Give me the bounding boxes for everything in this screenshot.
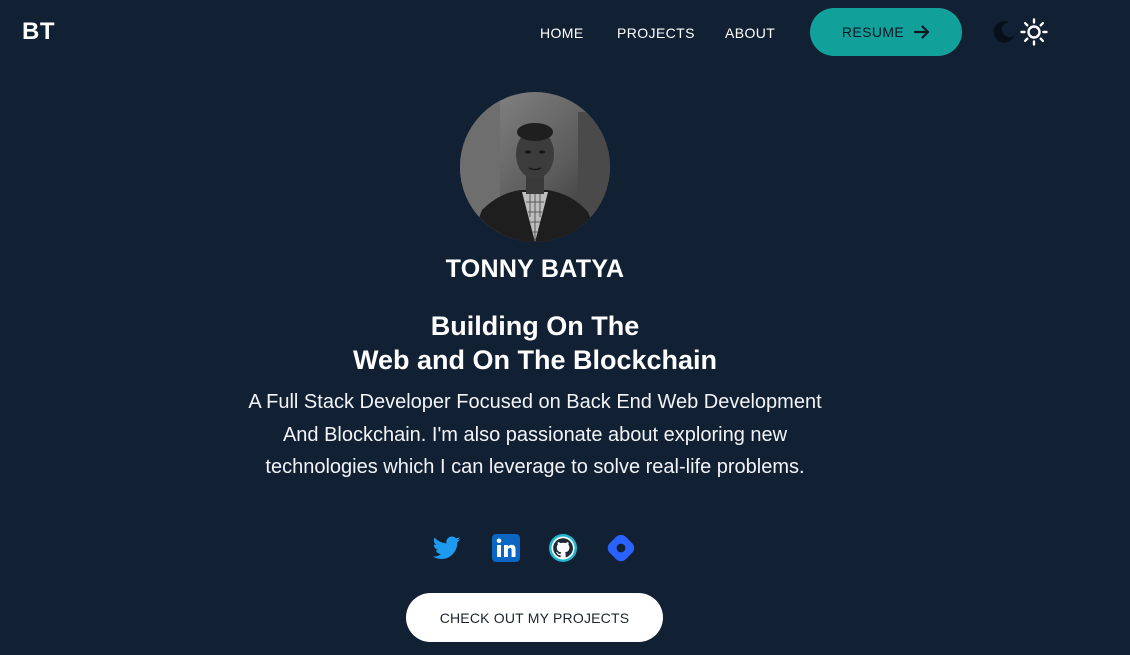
hero-bio-line-1: A Full Stack Developer Focused on Back E… <box>248 391 822 413</box>
profile-avatar <box>460 92 610 242</box>
hashnode-icon[interactable] <box>605 532 637 564</box>
check-out-projects-button[interactable]: CHECK OUT MY PROJECTS <box>406 593 663 642</box>
hero-headline: Building On The Web and On The Blockchai… <box>0 309 1070 377</box>
nav-link-about[interactable]: ABOUT <box>725 25 775 41</box>
profile-name: TONNY BATYA <box>445 255 625 283</box>
nav-link-projects[interactable]: PROJECTS <box>617 25 695 41</box>
resume-button-label: RESUME <box>841 24 905 40</box>
hero-bio-line-3: technologies which I can leverage to sol… <box>265 456 805 478</box>
moon-icon[interactable] <box>990 19 1016 50</box>
twitter-icon[interactable] <box>431 532 463 564</box>
sun-icon[interactable] <box>1020 18 1048 51</box>
github-icon[interactable] <box>547 532 579 564</box>
resume-button[interactable]: RESUME <box>810 8 962 56</box>
hero-headline-line-1: Building On The <box>430 311 640 341</box>
nav-link-home[interactable]: HOME <box>540 25 584 41</box>
arrow-right-icon <box>914 25 930 39</box>
page: BT HOME PROJECTS ABOUT RESUME TONNY BATY… <box>0 0 1130 655</box>
linkedin-icon[interactable] <box>490 532 522 564</box>
site-logo[interactable]: BT <box>22 18 55 46</box>
hero-bio-line-2: And Blockchain. I'm also passionate abou… <box>282 423 788 446</box>
hero-bio: A Full Stack Developer Focused on Back E… <box>195 386 875 484</box>
hero-headline-line-2: Web and On The Blockchain <box>352 345 718 375</box>
